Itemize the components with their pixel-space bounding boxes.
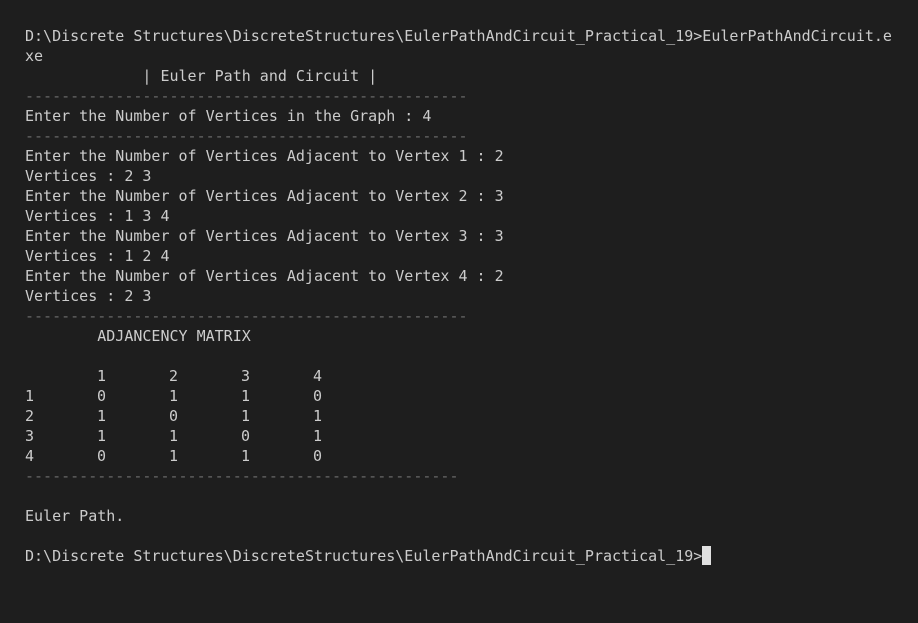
separator: ----------------------------------------…: [25, 467, 459, 485]
separator: ----------------------------------------…: [25, 307, 468, 325]
prompt-path: D:\Discrete Structures\DiscreteStructure…: [25, 547, 703, 565]
matrix-title: ADJANCENCY MATRIX: [25, 327, 251, 345]
matrix-cell: 1: [169, 427, 179, 445]
matrix-cell: 0: [97, 387, 107, 405]
matrix-cell: 1: [313, 427, 323, 445]
matrix-cell: 4: [313, 367, 323, 385]
vertices-prompt: Enter the Number of Vertices in the Grap…: [25, 107, 432, 125]
adjacency-prompt: Enter the Number of Vertices Adjacent to…: [25, 227, 504, 245]
matrix-row: 2 1 0 1 1: [25, 406, 918, 426]
matrix-cell: 2: [25, 407, 35, 425]
command-line-wrap: xe: [25, 47, 44, 65]
command-line: D:\Discrete Structures\DiscreteStructure…: [25, 27, 892, 45]
matrix-cell: 0: [313, 447, 323, 465]
matrix-cell: 0: [313, 387, 323, 405]
adjacency-vertices: Vertices : 1 2 4: [25, 247, 170, 265]
text-cursor: [702, 546, 712, 565]
matrix-cell: 1: [25, 387, 35, 405]
matrix-row: 3 1 1 0 1: [25, 426, 918, 446]
adjacency-vertices: Vertices : 2 3: [25, 287, 152, 305]
command-prompt[interactable]: D:\Discrete Structures\DiscreteStructure…: [25, 546, 918, 566]
matrix-cell: 1: [169, 387, 179, 405]
adjacency-prompt: Enter the Number of Vertices Adjacent to…: [25, 267, 504, 285]
separator: ----------------------------------------…: [25, 87, 468, 105]
matrix-cell: 4: [25, 447, 35, 465]
matrix-cell: 0: [169, 407, 179, 425]
result-text: Euler Path.: [25, 507, 125, 525]
adjacency-vertices: Vertices : 1 3 4: [25, 207, 170, 225]
matrix-cell: 3: [25, 427, 35, 445]
matrix-row: 4 0 1 1 0: [25, 446, 918, 466]
program-banner: | Euler Path and Circuit |: [25, 67, 378, 85]
matrix-header-row: 1 2 3 4: [25, 366, 918, 386]
console-window[interactable]: D:\Discrete Structures\DiscreteStructure…: [0, 0, 918, 623]
matrix-cell: 1: [313, 407, 323, 425]
matrix-row: 1 0 1 1 0: [25, 386, 918, 406]
matrix-cell: 3: [241, 367, 251, 385]
matrix-cell: 1: [241, 387, 251, 405]
matrix-cell: 1: [241, 447, 251, 465]
separator: ----------------------------------------…: [25, 127, 468, 145]
matrix-cell: 1: [169, 447, 179, 465]
matrix-cell: 1: [241, 407, 251, 425]
matrix-cell: 0: [241, 427, 251, 445]
matrix-cell: 2: [169, 367, 179, 385]
adjacency-vertices: Vertices : 2 3: [25, 167, 152, 185]
matrix-cell: 1: [97, 407, 107, 425]
adjacency-prompt: Enter the Number of Vertices Adjacent to…: [25, 187, 504, 205]
matrix-cell: 1: [97, 367, 107, 385]
adjacency-prompt: Enter the Number of Vertices Adjacent to…: [25, 147, 504, 165]
matrix-cell: 1: [97, 427, 107, 445]
matrix-cell: 0: [97, 447, 107, 465]
